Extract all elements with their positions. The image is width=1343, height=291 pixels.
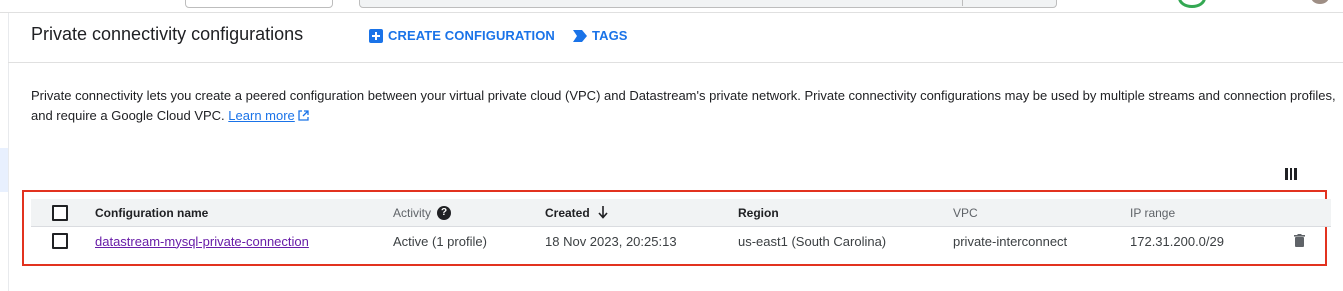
add-box-icon xyxy=(369,28,383,43)
label-icon xyxy=(573,29,587,42)
tags-label: TAGS xyxy=(592,28,628,43)
column-header-region[interactable]: Region xyxy=(738,199,779,226)
avatar[interactable] xyxy=(1311,0,1329,4)
create-configuration-label: CREATE CONFIGURATION xyxy=(388,28,555,43)
trash-icon[interactable] xyxy=(1294,234,1305,247)
created-cell: 18 Nov 2023, 20:25:13 xyxy=(545,233,677,249)
column-display-icon[interactable] xyxy=(1285,168,1298,180)
table-row[interactable]: datastream-mysql-private-connection Acti… xyxy=(31,227,1331,255)
configurations-table: Configuration name Activity ? Created Re… xyxy=(31,199,1331,255)
table-header: Configuration name Activity ? Created Re… xyxy=(31,199,1331,227)
column-header-vpc[interactable]: VPC xyxy=(953,199,978,226)
search-input[interactable] xyxy=(359,0,1057,8)
row-select-cell xyxy=(52,227,68,255)
column-header-name[interactable]: Configuration name xyxy=(95,199,208,226)
column-header-created[interactable]: Created xyxy=(545,199,608,226)
tags-button[interactable]: TAGS xyxy=(573,28,628,43)
row-checkbox[interactable] xyxy=(52,233,68,249)
activity-cell: Active (1 profile) xyxy=(393,233,487,249)
left-nav-active-item[interactable] xyxy=(0,148,8,192)
vpc-cell: private-interconnect xyxy=(953,233,1068,249)
header-divider xyxy=(8,62,1343,63)
top-bar xyxy=(0,0,1343,13)
create-configuration-button[interactable]: CREATE CONFIGURATION xyxy=(369,28,555,43)
arrow-downward-icon xyxy=(598,206,608,219)
configuration-name-link[interactable]: datastream-mysql-private-connection xyxy=(95,227,309,255)
column-header-ip-range[interactable]: IP range xyxy=(1130,199,1175,226)
column-bar xyxy=(1289,168,1293,180)
column-bar xyxy=(1294,168,1298,180)
page-title: Private connectivity configurations xyxy=(31,24,304,44)
status-icon[interactable] xyxy=(1178,0,1206,8)
column-header-created-label: Created xyxy=(545,205,590,220)
region-cell: us-east1 (South Carolina) xyxy=(738,233,887,249)
column-header-activity[interactable]: Activity ? xyxy=(393,199,452,226)
select-all-cell xyxy=(52,199,68,226)
left-nav-divider xyxy=(8,13,9,291)
description-text: Private connectivity lets you create a p… xyxy=(31,88,1336,123)
description: Private connectivity lets you create a p… xyxy=(31,86,1341,126)
help-icon[interactable]: ? xyxy=(437,205,452,220)
ip-range-cell: 172.31.200.0/29 xyxy=(1130,233,1224,249)
column-bar xyxy=(1285,168,1288,180)
search-divider xyxy=(962,0,963,6)
project-selector[interactable] xyxy=(185,0,333,8)
open-in-new-icon[interactable] xyxy=(298,110,309,121)
learn-more-link[interactable]: Learn more xyxy=(228,108,294,123)
column-header-activity-label: Activity xyxy=(393,205,432,220)
select-all-checkbox[interactable] xyxy=(52,204,68,221)
